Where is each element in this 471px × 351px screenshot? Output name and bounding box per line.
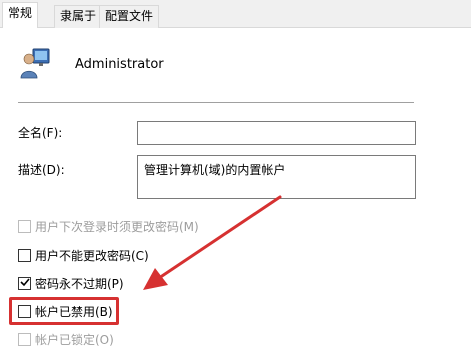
tab-general[interactable]: 常规 bbox=[2, 2, 39, 28]
checkbox-label: 帐户已锁定(O) bbox=[35, 332, 114, 347]
checkbox-password-never-expires[interactable]: 密码永不过期(P) bbox=[18, 274, 124, 292]
annotation-highlight-box bbox=[9, 297, 119, 325]
tab-profile[interactable]: 配置文件 bbox=[99, 5, 160, 28]
description-input[interactable]: 管理计算机(域)的内置帐户 bbox=[137, 155, 416, 199]
checkmark-icon bbox=[20, 277, 30, 286]
checkbox-account-locked[interactable]: 帐户已锁定(O) bbox=[18, 330, 114, 348]
separator bbox=[18, 102, 414, 103]
tab-strip: 常规 隶属于 配置文件 bbox=[0, 0, 471, 28]
checkbox-label: 用户不能更改密码(C) bbox=[35, 248, 149, 263]
fullname-input[interactable] bbox=[137, 121, 416, 145]
checkbox-box[interactable] bbox=[18, 276, 31, 290]
checkbox-box[interactable] bbox=[18, 248, 31, 262]
checkbox-must-change-password[interactable]: 用户下次登录时须更改密码(M) bbox=[18, 217, 199, 235]
checkbox-label: 用户下次登录时须更改密码(M) bbox=[35, 219, 199, 234]
checkbox-box[interactable] bbox=[18, 332, 31, 346]
user-name: Administrator bbox=[75, 57, 164, 72]
fullname-label: 全名(F): bbox=[18, 126, 63, 140]
checkbox-label: 密码永不过期(P) bbox=[35, 276, 124, 291]
tab-member-of[interactable]: 隶属于 bbox=[54, 5, 103, 28]
description-value: 管理计算机(域)的内置帐户 bbox=[144, 163, 286, 177]
description-label: 描述(D): bbox=[18, 163, 65, 177]
user-icon bbox=[20, 48, 50, 79]
checkbox-box[interactable] bbox=[18, 219, 31, 233]
checkbox-cannot-change-password[interactable]: 用户不能更改密码(C) bbox=[18, 246, 149, 264]
